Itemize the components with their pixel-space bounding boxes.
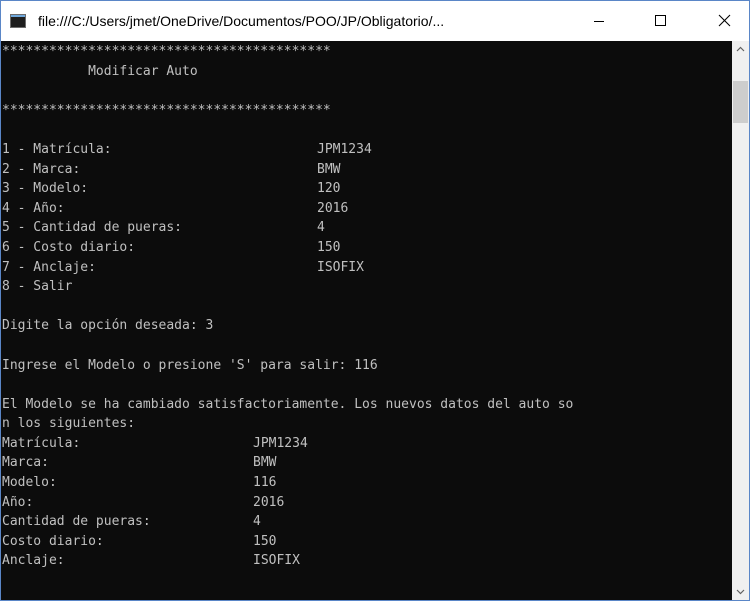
console-output[interactable]: ****************************************… [1, 41, 732, 600]
scroll-down-button[interactable] [732, 583, 749, 600]
console-line-value: 4 [317, 220, 325, 236]
console-line-value: 2016 [253, 494, 285, 510]
console-line-value: 120 [317, 181, 341, 197]
console-line-text: Matrícula: [2, 435, 81, 451]
console-line-text: 5 - Cantidad de pueras: [2, 220, 183, 236]
console-line-text: 8 - Salir [2, 279, 73, 295]
console-line-value: ISOFIX [317, 259, 364, 275]
console-line-text: ****************************************… [2, 102, 331, 118]
console-line-value: 150 [253, 533, 277, 549]
console-line-text: Anclaje: [2, 553, 65, 569]
console-line-text: 6 - Costo diario: [2, 239, 136, 255]
vertical-scrollbar[interactable] [732, 41, 749, 600]
console-line-text: 1 - Matrícula: [2, 141, 112, 157]
console-line-value: BMW [317, 161, 341, 177]
console-line-text: Digite la opción deseada: 3 [2, 318, 214, 334]
console-line-text: 3 - Modelo: [2, 181, 89, 197]
scroll-up-button[interactable] [732, 41, 749, 58]
close-button[interactable] [701, 1, 747, 41]
console-line-text: El Modelo se ha cambiado satisfactoriame… [2, 396, 574, 412]
console-line-value: JPM1234 [317, 141, 372, 157]
console-line-text: Modificar Auto [2, 63, 198, 79]
chevron-up-icon [736, 46, 745, 52]
chevron-down-icon [736, 589, 745, 595]
console-line-value: 4 [253, 514, 261, 530]
console-line-text: Año: [2, 494, 34, 510]
close-icon [718, 14, 731, 27]
console-line-text: n los siguientes: [2, 416, 136, 432]
window-title: file:///C:/Users/jmet/OneDrive/Documento… [38, 13, 445, 29]
console-line-text: 7 - Anclaje: [2, 259, 96, 275]
console-line-text: 4 - Año: [2, 200, 65, 216]
console-line-text: Modelo: [2, 475, 57, 491]
console-line-value: 150 [317, 239, 341, 255]
console-line-value: JPM1234 [253, 435, 308, 451]
console-line-value: 116 [253, 475, 277, 491]
title-bar[interactable]: file:///C:/Users/jmet/OneDrive/Documento… [1, 1, 749, 41]
console-line-value: BMW [253, 455, 277, 471]
scrollbar-thumb[interactable] [733, 81, 748, 123]
maximize-button[interactable] [637, 1, 683, 41]
console-line-value: ISOFIX [253, 553, 300, 569]
console-app-icon [10, 14, 26, 28]
console-window: file:///C:/Users/jmet/OneDrive/Documento… [0, 0, 750, 601]
console-line-text: Marca: [2, 455, 49, 471]
console-line-text: Costo diario: [2, 533, 104, 549]
console-line-text: Cantidad de pueras: [2, 514, 151, 530]
minimize-button[interactable] [576, 1, 622, 41]
console-line-text: 2 - Marca: [2, 161, 81, 177]
console-line-text: ****************************************… [2, 44, 331, 59]
maximize-icon [655, 15, 666, 26]
console-line-value: 2016 [317, 200, 349, 216]
console-line-text: Ingrese el Modelo o presione 'S' para sa… [2, 357, 378, 373]
minimize-icon [594, 21, 604, 22]
